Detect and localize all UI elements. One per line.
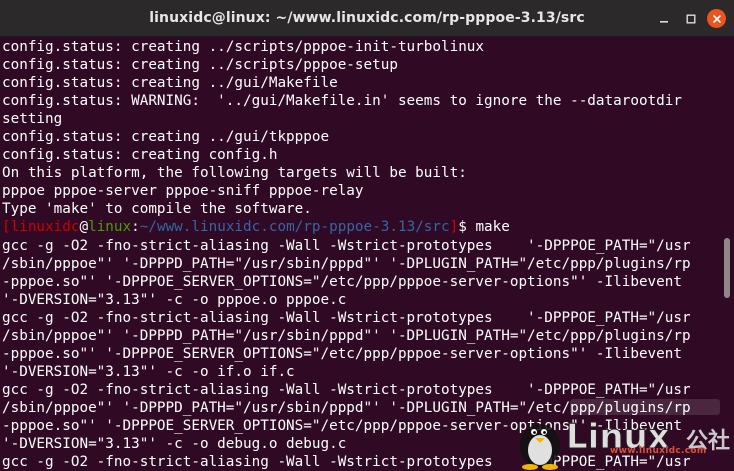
terminal-line: setting	[2, 111, 63, 128]
maximize-button[interactable]	[681, 9, 700, 28]
prompt-dollar: $	[458, 219, 476, 236]
terminal-line: gcc -g -O2 -fno-strict-aliasing -Wall -W…	[2, 381, 691, 398]
terminal-line: config.status: WARNING: '../gui/Makefile…	[2, 93, 682, 110]
terminal-line: pppoe pppoe-server pppoe-sniff pppoe-rel…	[2, 183, 364, 200]
prompt-host: linux	[88, 219, 132, 236]
terminal-line: config.status: creating ../gui/tkpppoe	[2, 129, 330, 146]
minimize-icon	[659, 20, 668, 23]
terminal-line: config.status: creating ../scripts/pppoe…	[2, 57, 398, 74]
close-icon	[712, 14, 721, 23]
prompt-path: ~/www.linuxidc.com/rp-pppoe-3.13/src	[139, 219, 450, 236]
terminal-line: gcc -g -O2 -fno-strict-aliasing -Wall -W…	[2, 309, 691, 326]
terminal-line: config.status: creating ../gui/Makefile	[2, 75, 338, 92]
window-title: linuxidc@linux: ~/www.linuxidc.com/rp-pp…	[149, 10, 585, 26]
title-bar[interactable]: linuxidc@linux: ~/www.linuxidc.com/rp-pp…	[0, 0, 734, 37]
terminal-window: linuxidc@linux: ~/www.linuxidc.com/rp-pp…	[0, 0, 734, 471]
terminal-line: config.status: creating ../scripts/pppoe…	[2, 39, 485, 55]
maximize-icon	[686, 14, 695, 23]
prompt-close-bracket: ]	[449, 219, 459, 236]
terminal-line: gcc -g -O2 -fno-strict-aliasing -Wall -W…	[2, 237, 691, 254]
prompt-at: @	[79, 219, 89, 236]
terminal-output[interactable]: config.status: creating ../scripts/pppoe…	[0, 38, 722, 471]
terminal-line: /sbin/pppoe"' '-DPPPD_PATH="/usr/sbin/pp…	[2, 399, 691, 416]
terminal-line: '-DVERSION="3.13"' -c -o pppoe.o pppoe.c	[2, 291, 347, 308]
watermark-url: www.linuxidc.com	[610, 446, 707, 456]
close-button[interactable]	[707, 9, 726, 28]
prompt-colon: :	[131, 219, 140, 236]
terminal-line: -pppoe.so"' '-DPPPOE_SERVER_OPTIONS="/et…	[2, 345, 682, 362]
terminal-line: Type 'make' to compile the software.	[2, 201, 312, 218]
shell-prompt-line: [linuxidc@linux:~/www.linuxidc.com/rp-pp…	[2, 218, 722, 236]
terminal-line: On this platform, the following targets …	[2, 165, 467, 182]
minimize-button[interactable]	[654, 9, 673, 28]
terminal-line: /sbin/pppoe"' '-DPPPD_PATH="/usr/sbin/pp…	[2, 327, 691, 344]
terminal-scrollbar[interactable]	[724, 238, 730, 298]
prompt-user: linuxidc	[10, 219, 80, 236]
terminal-line: -pppoe.so"' '-DPPPOE_SERVER_OPTIONS="/et…	[2, 417, 682, 434]
prompt-command: make	[475, 219, 510, 236]
terminal-line: /sbin/pppoe"' '-DPPPD_PATH="/usr/sbin/pp…	[2, 255, 691, 272]
terminal-line: config.status: creating config.h	[2, 147, 278, 164]
terminal-line: -pppoe.so"' '-DPPPOE_SERVER_OPTIONS="/et…	[2, 273, 682, 290]
terminal-line: '-DVERSION="3.13"' -c -o if.o if.c	[2, 363, 295, 380]
prompt-open-bracket: [	[2, 219, 11, 236]
